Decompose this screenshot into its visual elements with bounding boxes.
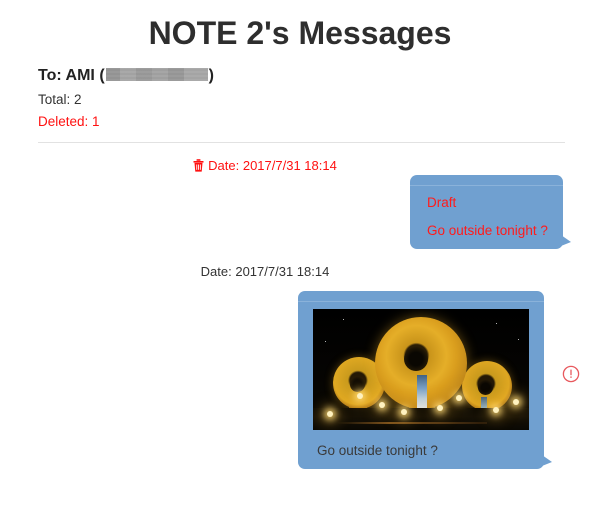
warning-circle-icon[interactable]	[562, 365, 580, 383]
recipient-line: To: AMI ()	[38, 66, 600, 86]
message-text-1: Go outside tonight ?	[427, 223, 548, 238]
draft-label: Draft	[427, 195, 457, 210]
photo-light	[401, 409, 407, 415]
photo-light	[513, 399, 519, 405]
message-photo-wrap[interactable]	[313, 309, 529, 430]
photo-light	[379, 402, 385, 408]
photo-light	[327, 411, 333, 417]
redacted-phone-number	[105, 68, 208, 81]
photo-star	[496, 323, 497, 324]
message-bubble-2[interactable]: Go outside tonight ?	[298, 291, 552, 469]
bubble-body-1: Draft Go outside tonight ?	[410, 186, 563, 239]
message-date-text-2: Date: 2017/7/31 18:14	[200, 264, 330, 279]
trash-icon[interactable]	[193, 159, 204, 172]
recipient-label: To: AMI (	[38, 67, 105, 84]
photo-light	[456, 395, 462, 401]
message-summary: To: AMI () Total: 2 Deleted: 1	[0, 52, 600, 133]
photo-dome-right	[462, 361, 512, 411]
message-bubble-1[interactable]: Draft Go outside tonight ?	[410, 175, 571, 249]
photo-star	[343, 319, 344, 320]
message-date-1: Date: 2017/7/31 18:14	[0, 143, 600, 175]
photo-light	[493, 407, 499, 413]
bubble-header-divider-2	[298, 291, 544, 302]
message-bubble-row-2: Go outside tonight ?	[0, 291, 600, 469]
photo-light	[357, 393, 363, 399]
message-photo[interactable]	[313, 309, 529, 430]
photo-doorway-center	[417, 375, 427, 409]
message-date-text-1: Date: 2017/7/31 18:14	[208, 158, 337, 173]
total-count: Total: 2	[38, 92, 82, 107]
page-title: NOTE 2's Messages	[148, 15, 452, 51]
photo-star	[325, 341, 326, 342]
photo-light	[437, 405, 443, 411]
message-item-1: Date: 2017/7/31 18:14 Draft Go outside t…	[0, 143, 600, 249]
photo-path	[337, 422, 487, 424]
photo-star	[518, 339, 519, 340]
recipient-paren-close: )	[208, 67, 214, 84]
message-text-2: Go outside tonight ?	[317, 443, 438, 458]
bubble-header-divider-1	[410, 175, 563, 186]
message-date-2: Date: 2017/7/31 18:14	[0, 249, 600, 281]
message-bubble-row-1: Draft Go outside tonight ?	[0, 175, 600, 249]
message-thread: Date: 2017/7/31 18:14 Draft Go outside t…	[0, 143, 600, 469]
message-item-2: Date: 2017/7/31 18:14 Go outside tonight…	[0, 249, 600, 469]
deleted-count: Deleted: 1	[38, 114, 100, 129]
